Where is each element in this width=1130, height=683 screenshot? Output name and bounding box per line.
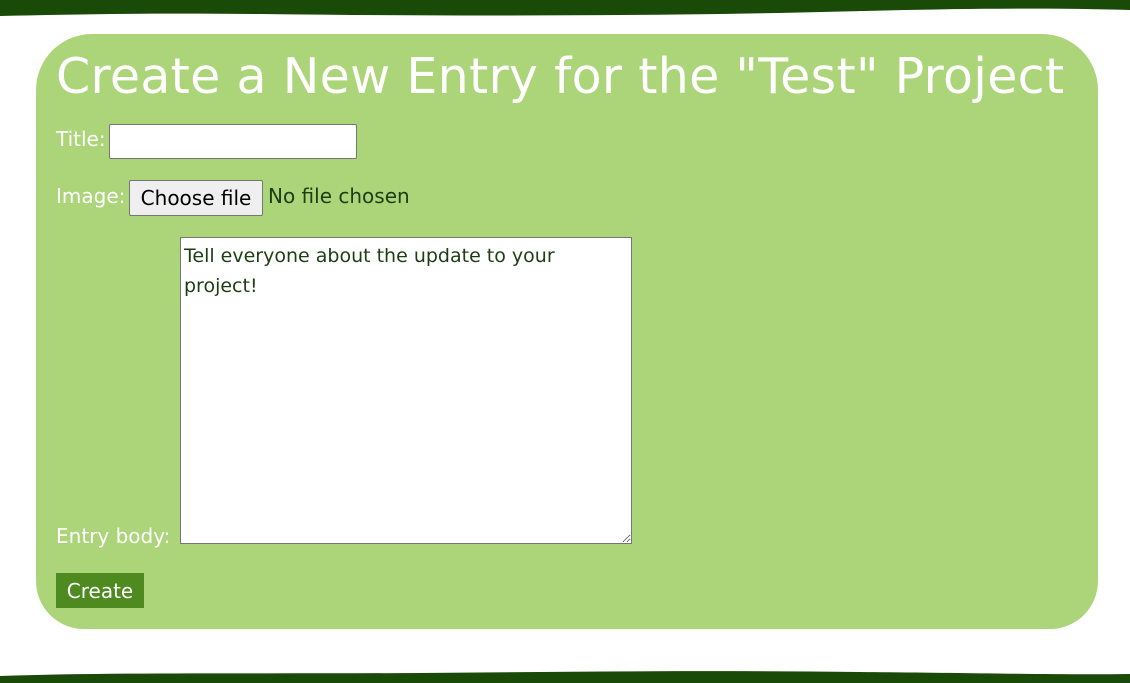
top-wave-border [0,0,1130,16]
page-title: Create a New Entry for the "Test" Projec… [56,48,1065,105]
title-input[interactable] [109,124,357,159]
choose-file-button[interactable]: Choose file [129,180,263,216]
bottom-wave-border [0,671,1130,683]
image-label: Image: [56,184,126,208]
create-button[interactable]: Create [56,573,144,608]
entry-form-card: Create a New Entry for the "Test" Projec… [36,34,1098,629]
file-status-text: No file chosen [268,184,410,208]
entry-body-textarea[interactable] [180,237,632,544]
entry-body-label: Entry body: [56,524,171,548]
title-label: Title: [56,127,106,151]
